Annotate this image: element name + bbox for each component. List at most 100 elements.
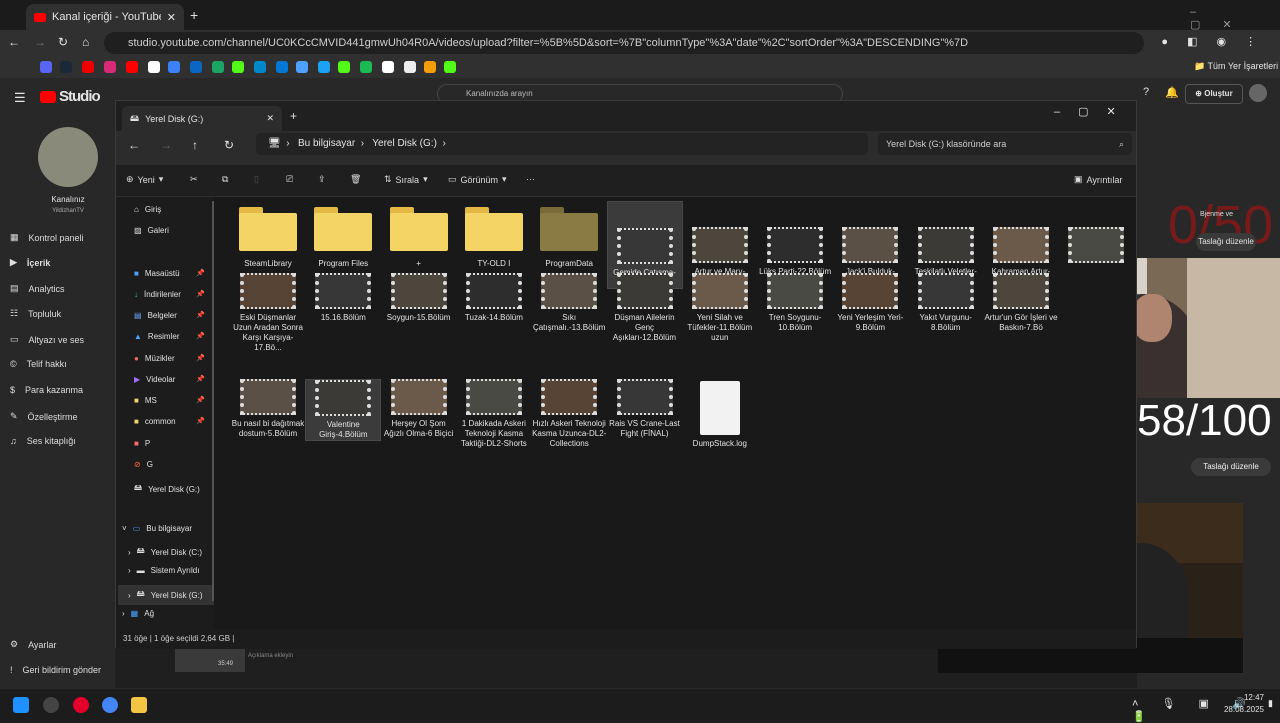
nav-drive-g-quick[interactable]: 🖴 Yerel Disk (G:) bbox=[134, 482, 200, 496]
video-file-item[interactable]: Hızlı Askeri Teknoloji Kasma Uzunca-DL2-… bbox=[531, 379, 607, 449]
video-file-item[interactable]: Bu nasıl bi dağıtmak dostum-5.Bölüm bbox=[230, 379, 306, 439]
nav-gallery[interactable]: ▨ Galeri bbox=[134, 226, 169, 235]
folder-item[interactable]: + bbox=[381, 201, 457, 269]
nav-content[interactable]: ▶ İçerik bbox=[10, 257, 50, 268]
bookmark-icon[interactable] bbox=[318, 61, 330, 73]
nav-drive-c[interactable]: › 🖴 Yerel Disk (C:) bbox=[128, 545, 202, 559]
obs-icon[interactable] bbox=[43, 697, 59, 713]
bookmark-icon[interactable] bbox=[382, 61, 394, 73]
video-file-item[interactable]: Düşman Ailelerin Genç Aşıkları-12.Bölüm bbox=[607, 273, 683, 343]
bookmark-icon[interactable] bbox=[404, 61, 416, 73]
file-explorer-icon[interactable] bbox=[131, 697, 147, 713]
breadcrumb-item[interactable]: Yerel Disk (G:) bbox=[372, 138, 437, 149]
nav-audio-library[interactable]: ♫ Ses kitaplığı bbox=[10, 436, 76, 446]
up-icon[interactable]: ↑ bbox=[192, 138, 198, 152]
folder-item[interactable]: Program Files bbox=[305, 201, 381, 269]
forward-icon[interactable]: → bbox=[160, 138, 172, 152]
video-file-item[interactable]: Yeni Yerleşim Yeri-9.Bölüm bbox=[832, 273, 908, 333]
bookmark-icon[interactable] bbox=[254, 61, 266, 73]
pin-icon[interactable]: 📌 bbox=[196, 290, 205, 298]
nav-settings[interactable]: ⚙ Ayarlar bbox=[10, 639, 56, 650]
breadcrumb[interactable]: 🖥 › Bu bilgisayar › Yerel Disk (G:) › bbox=[256, 133, 868, 155]
view-button[interactable]: ▭ Görünüm ▾ bbox=[448, 174, 507, 185]
bookmark-icon[interactable] bbox=[104, 61, 116, 73]
account-avatar[interactable] bbox=[1249, 84, 1267, 102]
draft-edit-button[interactable]: Taslağı düzenle bbox=[1191, 458, 1271, 476]
more-button[interactable]: ··· bbox=[526, 174, 535, 184]
nav-downloads[interactable]: ↓ İndirilenler bbox=[134, 290, 181, 299]
create-button[interactable]: ⊕ Oluştur bbox=[1185, 84, 1243, 104]
nav-folder-common[interactable]: ■ common bbox=[134, 417, 176, 426]
home-icon[interactable]: ⌂ bbox=[82, 35, 89, 49]
nav-p[interactable]: ■ P bbox=[134, 439, 150, 448]
bookmark-icon[interactable] bbox=[190, 61, 202, 73]
nav-scrollbar[interactable] bbox=[212, 201, 214, 601]
folder-item[interactable]: ProgramData bbox=[531, 201, 607, 269]
bookmark-icon[interactable] bbox=[360, 61, 372, 73]
notification-icon[interactable]: ▮ bbox=[1268, 698, 1273, 709]
pin-icon[interactable]: 📌 bbox=[196, 354, 205, 362]
details-button[interactable]: ▣ Ayrıntılar bbox=[1074, 174, 1122, 185]
bookmark-icon[interactable] bbox=[60, 61, 72, 73]
close-icon[interactable]: ✕ bbox=[167, 11, 176, 24]
nav-videos[interactable]: ▶ Videolar bbox=[134, 375, 175, 384]
nav-music[interactable]: ● Müzikler bbox=[134, 354, 175, 363]
back-icon[interactable]: ← bbox=[8, 35, 20, 49]
window-controls[interactable]: –▢✕ bbox=[1054, 105, 1134, 118]
bookmark-icon[interactable] bbox=[424, 61, 436, 73]
explorer-tab[interactable]: 🖴 Yerel Disk (G:) ✕ bbox=[122, 106, 282, 131]
all-bookmarks[interactable]: 📁 Tüm Yer İşaretleri bbox=[1194, 61, 1278, 72]
new-tab-plus-icon[interactable]: + bbox=[190, 7, 198, 23]
pin-icon[interactable]: 📌 bbox=[196, 332, 205, 340]
nav-folder-ms[interactable]: ■ MS bbox=[134, 396, 157, 405]
video-file-item[interactable]: Tuzak-14.Bölüm bbox=[456, 273, 532, 323]
nav-network[interactable]: › ▦ Ağ bbox=[122, 609, 154, 618]
nav-drive-reserved[interactable]: › ▬ Sistem Ayrıldı bbox=[128, 566, 199, 575]
pin-icon[interactable]: 📌 bbox=[196, 375, 205, 383]
bell-icon[interactable]: 🔔 bbox=[1165, 86, 1179, 99]
browser-tab[interactable]: Kanal içeriği - YouTube Studio ✕ bbox=[26, 4, 184, 30]
video-file-item[interactable]: 15.16.Bölüm bbox=[305, 273, 381, 323]
bookmark-icon[interactable] bbox=[82, 61, 94, 73]
nav-subtitles[interactable]: ▭ Altyazı ve ses bbox=[10, 334, 84, 345]
nav-community[interactable]: ☷ Topluluk bbox=[10, 308, 61, 319]
video-file-item[interactable]: Sıkı Çatışmalı.-13.Bölüm bbox=[531, 273, 607, 333]
nav-this-pc[interactable]: ˅ ▭ Bu bilgisayar bbox=[122, 524, 192, 533]
nav-dashboard[interactable]: ▦ Kontrol paneli bbox=[10, 232, 84, 243]
address-bar[interactable]: studio.youtube.com/channel/UC0KCcCMVID44… bbox=[104, 32, 1144, 54]
bookmark-icon[interactable] bbox=[40, 61, 52, 73]
draft-edit-button[interactable]: Taslağı düzenle bbox=[1196, 233, 1256, 251]
video-file-item[interactable]: Tren Soygunu-10.Bölüm bbox=[757, 273, 833, 333]
pin-icon[interactable]: 📌 bbox=[196, 417, 205, 425]
reload-icon[interactable]: ↻ bbox=[224, 138, 234, 152]
paste-button[interactable]: ▯ bbox=[254, 174, 259, 185]
video-file-item[interactable]: Lüks Parti-22.Bölüm bbox=[757, 201, 833, 277]
video-file-item[interactable]: Artur'un Gör İşleri ve Baskın-7.Bö bbox=[983, 273, 1059, 333]
nav-monetization[interactable]: $ Para kazanma bbox=[10, 385, 83, 395]
nav-drive-g[interactable]: › 🖴 Yerel Disk (G:) bbox=[118, 585, 214, 605]
nav-pictures[interactable]: ▲ Resimler bbox=[134, 332, 179, 341]
bookmark-icon[interactable] bbox=[338, 61, 350, 73]
video-file-item[interactable]: Yakıt Vurgunu-8.Bölüm bbox=[908, 273, 984, 333]
bookmark-icon[interactable] bbox=[276, 61, 288, 73]
explorer-search[interactable]: Yerel Disk (G:) klasöründe ara ⌕ bbox=[878, 133, 1132, 155]
bookmark-icon[interactable] bbox=[148, 61, 160, 73]
nav-analytics[interactable]: ▤ Analytics bbox=[10, 283, 65, 294]
nav-home[interactable]: ⌂ Giriş bbox=[134, 205, 161, 214]
avatar[interactable] bbox=[38, 127, 98, 187]
sort-button[interactable]: ⇅ Sırala ▾ bbox=[384, 174, 428, 185]
delete-button[interactable]: 🗑 bbox=[350, 174, 361, 185]
back-icon[interactable]: ← bbox=[128, 138, 140, 152]
bookmark-icon[interactable] bbox=[444, 61, 456, 73]
bookmark-icon[interactable] bbox=[232, 61, 244, 73]
folder-item[interactable]: SteamLibrary bbox=[230, 201, 306, 269]
window-controls[interactable]: –▢✕ bbox=[1190, 6, 1280, 31]
nav-desktop[interactable]: ■ Masaüstü bbox=[134, 269, 180, 278]
share-button[interactable]: ⇪ bbox=[318, 174, 326, 185]
video-file-item[interactable]: Valentine Giriş-4.Bölüm bbox=[305, 379, 382, 441]
bookmark-icon[interactable] bbox=[168, 61, 180, 73]
bookmark-icon[interactable] bbox=[212, 61, 224, 73]
pin-icon[interactable]: 📌 bbox=[196, 311, 205, 319]
video-file-item[interactable]: Eski Düşmanlar Uzun Aradan Sonra Karşı K… bbox=[230, 273, 306, 353]
new-button[interactable]: ⊕ Yeni ▾ bbox=[126, 174, 163, 185]
